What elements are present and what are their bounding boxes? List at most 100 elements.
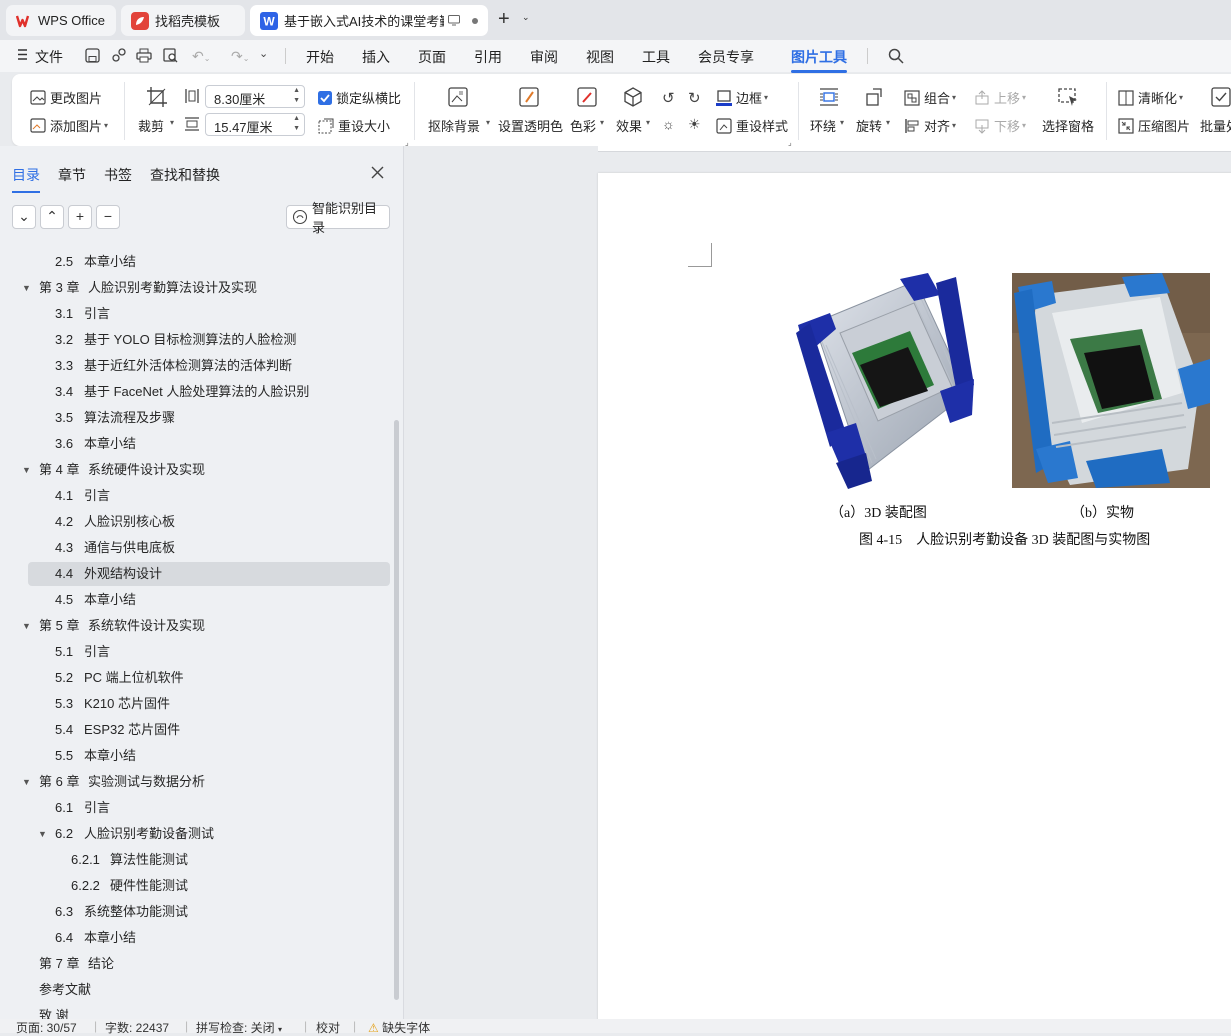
toc-item[interactable]: ▼ 第 6 章实验测试与数据分析 [22, 770, 390, 794]
toc-item[interactable]: ▼ 第 4 章系统硬件设计及实现 [22, 458, 390, 482]
menu-start[interactable]: 开始 [306, 47, 334, 67]
expand-triangle-icon[interactable]: ▼ [22, 276, 31, 300]
tab-sections[interactable]: 章节 [58, 165, 86, 185]
more-chevron-icon[interactable]: ⌄ [259, 47, 268, 60]
link-icon[interactable] [112, 48, 126, 62]
toc-item[interactable]: 4.4 外观结构设计 [28, 562, 390, 586]
wrap-button[interactable]: 环绕 ▾ [810, 86, 848, 136]
document-page[interactable]: （a）3D 装配图 （b）实物 图 4-15 人脸识别考勤设备 3D 装配图与实… [598, 173, 1231, 1019]
rotate-left-icon[interactable]: ↺ [662, 89, 675, 107]
toc-item[interactable]: 6.4 本章小结 [28, 926, 390, 950]
menu-review[interactable]: 审阅 [530, 47, 558, 67]
sharpen-button[interactable]: 清晰化 ▾ [1118, 88, 1183, 107]
menu-page[interactable]: 页面 [418, 47, 446, 67]
toc-item[interactable]: 4.5 本章小结 [28, 588, 390, 612]
toc-item[interactable]: 3.3 基于近红外活体检测算法的活体判断 [28, 354, 390, 378]
toc-item[interactable]: 4.2 人脸识别核心板 [28, 510, 390, 534]
set-transparent-button[interactable]: 设置透明色 [498, 86, 563, 136]
toc-item[interactable]: ▼ 6.2 人脸识别考勤设备测试 [28, 822, 390, 846]
width-spinner[interactable]: 8.30厘米 ▲ ▼ [205, 85, 305, 108]
redo-icon[interactable]: ↷⌄ [231, 48, 249, 65]
reset-style-button[interactable]: 重设样式 [716, 116, 788, 135]
border-button[interactable]: 边框 ▾ [716, 88, 768, 107]
change-picture-button[interactable]: 更改图片 [30, 88, 102, 107]
color-button[interactable]: 色彩 ▾ [570, 86, 608, 136]
missing-font-button[interactable]: ⚠ 缺失字体 [368, 1019, 430, 1036]
toc-item[interactable]: 6.1 引言 [28, 796, 390, 820]
contrast-icon[interactable]: ☀ [688, 116, 701, 133]
expand-triangle-icon[interactable]: ▼ [38, 822, 47, 846]
effects-button[interactable]: 效果 ▾ [616, 86, 654, 136]
toc-item[interactable]: 6.3 系统整体功能测试 [28, 900, 390, 924]
spell-check-toggle[interactable]: 拼写检查: 关闭 ▾ [196, 1019, 282, 1036]
toc-item[interactable]: 2.5 本章小结 [28, 250, 390, 274]
menu-insert[interactable]: 插入 [362, 47, 390, 67]
tab-document[interactable]: W 基于嵌入式AI技术的课堂考勤系统 [250, 5, 488, 36]
menu-tools[interactable]: 工具 [642, 47, 670, 67]
expand-triangle-icon[interactable]: ▼ [22, 770, 31, 794]
unsaved-dot-icon[interactable] [472, 17, 478, 24]
sidebar-scrollbar[interactable] [394, 420, 399, 1000]
compress-picture-button[interactable]: 压缩图片 [1118, 116, 1190, 135]
tab-toc[interactable]: 目录 [12, 165, 40, 193]
toc-item[interactable]: 3.2 基于 YOLO 目标检测算法的人脸检测 [28, 328, 390, 352]
toc-item[interactable]: 5.4 ESP32 芯片固件 [28, 718, 390, 742]
toc-item[interactable]: 6.2.2 硬件性能测试 [28, 874, 390, 898]
group-button[interactable]: 组合 ▾ [904, 88, 956, 107]
undo-icon[interactable]: ↶⌄ [192, 48, 210, 65]
print-icon[interactable] [136, 48, 152, 63]
proofread-button[interactable]: 校对 [316, 1019, 340, 1036]
toc-item[interactable]: ▼ 第 5 章系统软件设计及实现 [22, 614, 390, 638]
add-picture-button[interactable]: 添加图片 ▾ [30, 116, 108, 135]
menu-picture-tools[interactable]: 图片工具 [791, 47, 847, 73]
close-icon[interactable] [371, 166, 384, 179]
tab-bookmarks[interactable]: 书签 [104, 165, 132, 185]
crop-button[interactable]: 裁剪 ▾ [138, 86, 176, 136]
selection-pane-button[interactable]: 选择窗格 [1040, 86, 1096, 136]
expand-triangle-icon[interactable]: ▼ [22, 458, 31, 482]
toc-item[interactable]: 4.1 引言 [28, 484, 390, 508]
menu-reference[interactable]: 引用 [474, 47, 502, 67]
tab-wps-office[interactable]: WPS Office [6, 5, 116, 36]
page-count[interactable]: 页面: 30/57 [16, 1019, 77, 1036]
toc-item[interactable]: 5.2 PC 端上位机软件 [28, 666, 390, 690]
expand-triangle-icon[interactable]: ▼ [22, 614, 31, 638]
menu-file[interactable]: 文件 [35, 47, 63, 67]
reset-size-button[interactable]: 重设大小 [318, 116, 390, 135]
word-count[interactable]: 字数: 22437 [105, 1019, 169, 1036]
search-icon[interactable] [888, 48, 904, 64]
toc-item[interactable]: 3.5 算法流程及步骤 [28, 406, 390, 430]
menu-member[interactable]: 会员专享 [698, 47, 754, 67]
tab-daoke-templates[interactable]: 找稻壳模板 [121, 5, 245, 36]
batch-button[interactable]: 批量处 [1198, 86, 1231, 136]
expand-up-button[interactable]: ⌃ [40, 205, 64, 229]
toc-item[interactable]: 参考文献 [28, 978, 390, 1002]
hamburger-icon[interactable] [18, 49, 28, 60]
toc-item[interactable]: 3.6 本章小结 [28, 432, 390, 456]
new-tab-button[interactable]: + [498, 9, 510, 29]
chevron-down-icon[interactable]: ⌄ [522, 12, 530, 23]
figure-3d-assembly-image[interactable] [796, 273, 978, 489]
align-button[interactable]: 对齐 ▾ [904, 116, 956, 135]
toc-item[interactable]: 3.1 引言 [28, 302, 390, 326]
remove-background-button[interactable]: 抠除背景 ▾ [428, 86, 490, 136]
toc-item[interactable]: 5.5 本章小结 [28, 744, 390, 768]
height-spinner[interactable]: 15.47厘米 ▲ ▼ [205, 113, 305, 136]
tab-find-replace[interactable]: 查找和替换 [150, 165, 220, 185]
toc-item[interactable]: 6.2.1 算法性能测试 [28, 848, 390, 872]
collapse-all-button[interactable]: ⌄ [12, 205, 36, 229]
toc-item[interactable]: 5.1 引言 [28, 640, 390, 664]
screen-icon[interactable] [448, 15, 460, 26]
smart-toc-button[interactable]: 智能识别目录 [286, 201, 390, 235]
lock-ratio-checkbox[interactable]: 锁定纵横比 [318, 88, 401, 107]
toc-item[interactable]: 3.4 基于 FaceNet 人脸处理算法的人脸识别 [28, 380, 390, 404]
print-preview-icon[interactable] [163, 48, 179, 63]
toc-item[interactable]: 5.3 K210 芯片固件 [28, 692, 390, 716]
brightness-icon[interactable]: ☼ [662, 116, 675, 132]
save-icon[interactable] [85, 48, 100, 63]
menu-view[interactable]: 视图 [586, 47, 614, 67]
toc-item[interactable]: 4.3 通信与供电底板 [28, 536, 390, 560]
remove-heading-button[interactable]: − [96, 205, 120, 229]
figure-photo-image[interactable] [1012, 273, 1210, 488]
toc-item[interactable]: ▼ 第 3 章人脸识别考勤算法设计及实现 [22, 276, 390, 300]
